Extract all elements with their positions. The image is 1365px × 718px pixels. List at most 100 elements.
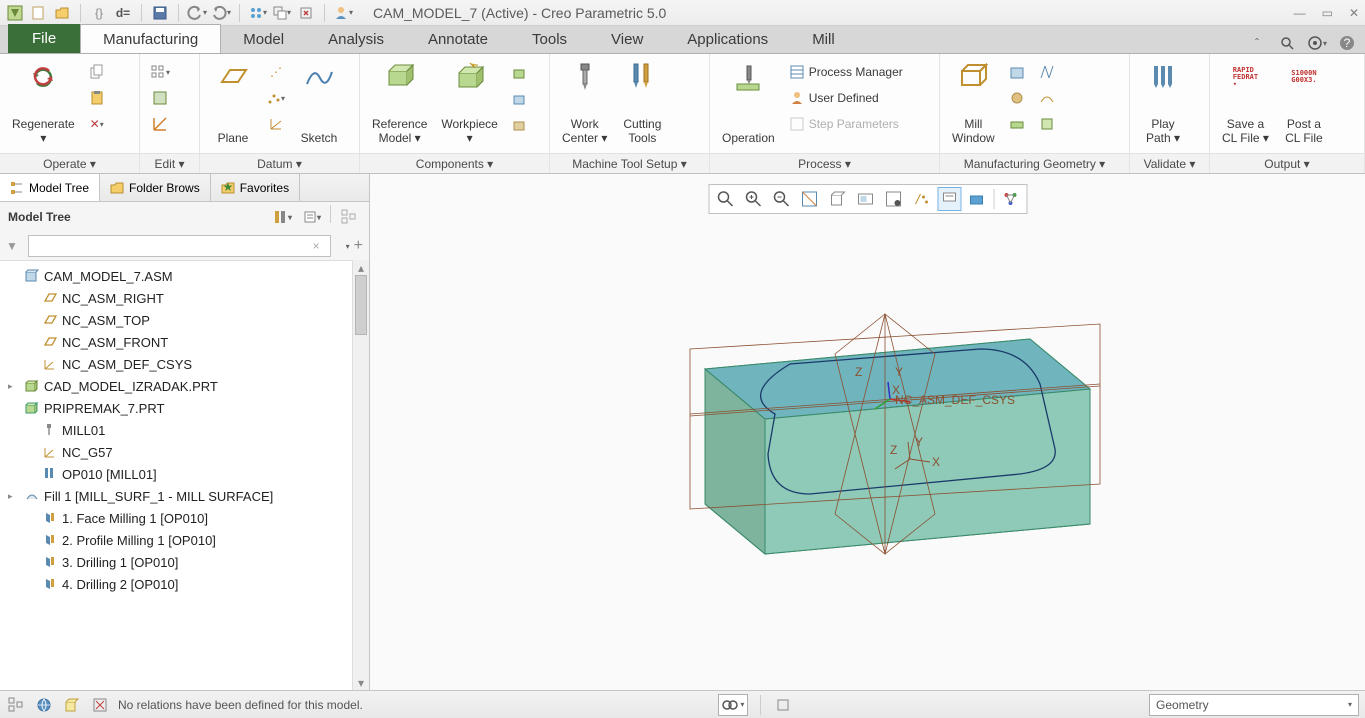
tree-node[interactable]: 4. Drilling 2 [OP010] <box>0 573 352 595</box>
system-menu-icon[interactable] <box>6 4 24 22</box>
refit-icon[interactable] <box>797 187 821 211</box>
display-style-icon[interactable] <box>825 187 849 211</box>
tab-applications[interactable]: Applications <box>665 25 790 53</box>
bracket-icon[interactable]: {} <box>89 3 109 23</box>
tree-node[interactable]: CAM_MODEL_7.ASM <box>0 265 352 287</box>
zoom-out-icon[interactable] <box>769 187 793 211</box>
tab-analysis[interactable]: Analysis <box>306 25 406 53</box>
tree-node[interactable]: NC_ASM_DEF_CSYS <box>0 353 352 375</box>
undo-icon[interactable]: ▾ <box>187 3 207 23</box>
tree-node[interactable]: NC_G57 <box>0 441 352 463</box>
selection-filter-icon[interactable] <box>773 695 793 715</box>
tree-node[interactable]: NC_ASM_RIGHT <box>0 287 352 309</box>
tree-search-input[interactable] <box>28 235 331 257</box>
tab-manufacturing[interactable]: Manufacturing <box>80 24 221 53</box>
mg-icon-5[interactable] <box>1035 86 1059 110</box>
windows-icon[interactable]: ▾ <box>272 3 292 23</box>
tree-node[interactable]: ▸CAD_MODEL_IZRADAK.PRT <box>0 375 352 397</box>
group-mfggeom-label[interactable]: Manufacturing Geometry ▾ <box>940 153 1129 173</box>
regen-qat-icon[interactable]: ▾ <box>248 3 268 23</box>
group-validate-label[interactable]: Validate ▾ <box>1130 153 1209 173</box>
perspective-icon[interactable] <box>998 187 1022 211</box>
status-browser-icon[interactable] <box>34 695 54 715</box>
minimize-button[interactable]: — <box>1294 6 1306 20</box>
tree-node[interactable]: ▸Fill 1 [MILL_SURF_1 - MILL SURFACE] <box>0 485 352 507</box>
tab-annotate[interactable]: Annotate <box>406 25 510 53</box>
datum-display-icon[interactable] <box>909 187 933 211</box>
csys-datum-icon[interactable] <box>264 112 288 136</box>
mg-icon-2[interactable] <box>1005 86 1029 110</box>
group-edit-label[interactable]: Edit ▾ <box>140 153 199 173</box>
3d-viewport[interactable]: Z Y X NC_ASM_DEF_CSYS Z Y X <box>370 174 1365 690</box>
group-process-label[interactable]: Process ▾ <box>710 153 939 173</box>
group-components-label[interactable]: Components ▾ <box>360 153 549 173</box>
cutting-tools-button[interactable]: Cutting Tools <box>615 58 669 149</box>
sketch-button[interactable]: Sketch <box>292 58 346 149</box>
point-icon[interactable]: ▾ <box>264 86 288 110</box>
group-datum-label[interactable]: Datum ▾ <box>200 153 359 173</box>
panetab-favorites[interactable]: ★Favorites <box>211 174 300 201</box>
tab-tools[interactable]: Tools <box>510 25 589 53</box>
group-machine-label[interactable]: Machine Tool Setup ▾ <box>550 153 709 173</box>
new-file-icon[interactable] <box>28 3 48 23</box>
open-file-icon[interactable] <box>52 3 72 23</box>
close-button[interactable]: ✕ <box>1349 6 1359 20</box>
clear-search-icon[interactable]: × <box>313 239 320 253</box>
tab-file[interactable]: File <box>8 24 80 53</box>
close-window-icon[interactable] <box>296 3 316 23</box>
process-manager-button[interactable]: Process Manager <box>785 60 921 84</box>
expand-icon[interactable]: ▸ <box>8 491 20 502</box>
axis-icon[interactable]: ⋰ <box>264 60 288 84</box>
search-icon[interactable] <box>1277 33 1297 53</box>
tree-node[interactable]: 3. Drilling 1 [OP010] <box>0 551 352 573</box>
shrinkwrap-icon[interactable] <box>148 86 172 110</box>
workpiece-button[interactable]: Workpiece ▾ <box>435 58 503 149</box>
tree-node[interactable]: 1. Face Milling 1 [OP010] <box>0 507 352 529</box>
csys-edit-icon[interactable] <box>148 112 172 136</box>
group-operate-label[interactable]: Operate ▾ <box>0 153 139 173</box>
tree-node[interactable]: NC_ASM_TOP <box>0 309 352 331</box>
user-defined-button[interactable]: User Defined <box>785 86 921 110</box>
plane-button[interactable]: Plane <box>206 58 260 149</box>
maximize-button[interactable]: ▭ <box>1322 6 1333 20</box>
add-filter-icon[interactable]: + <box>354 237 363 255</box>
status-tree-icon[interactable] <box>6 695 26 715</box>
mg-icon-1[interactable] <box>1005 60 1029 84</box>
expand-icon[interactable]: ▸ <box>8 381 20 392</box>
panetab-model-tree[interactable]: Model Tree <box>0 174 100 201</box>
search-dropdown-icon[interactable]: ▾ <box>346 242 350 251</box>
zoom-fit-icon[interactable] <box>713 187 737 211</box>
copy-icon[interactable] <box>85 60 109 84</box>
operation-button[interactable]: Operation <box>716 58 781 149</box>
tree-node[interactable]: NC_ASM_FRONT <box>0 331 352 353</box>
tree-tool-1-icon[interactable]: ▾ <box>270 205 294 229</box>
user-icon[interactable]: ▾ <box>333 3 353 23</box>
tab-mill[interactable]: Mill <box>790 25 857 53</box>
mg-icon-6[interactable] <box>1035 112 1059 136</box>
help-icon[interactable]: ? <box>1337 33 1357 53</box>
spin-center-icon[interactable] <box>965 187 989 211</box>
regenerate-button[interactable]: Regenerate▾ <box>6 58 81 149</box>
tree-tool-2-icon[interactable]: ▾ <box>300 205 324 229</box>
comp-icon-3[interactable] <box>508 112 532 136</box>
d-equals-icon[interactable]: d= <box>113 3 133 23</box>
delete-icon[interactable]: ✕▾ <box>85 112 109 136</box>
find-button[interactable]: ▾ <box>718 694 748 716</box>
save-cl-button[interactable]: RAPIDFEDRAT▾ Save a CL File ▾ <box>1216 58 1275 149</box>
status-3d-icon[interactable] <box>62 695 82 715</box>
filter-icon[interactable]: ▼ <box>6 239 24 253</box>
tab-view[interactable]: View <box>589 25 665 53</box>
comp-icon-1[interactable] <box>508 60 532 84</box>
comp-icon-2[interactable] <box>508 86 532 110</box>
mg-icon-4[interactable] <box>1035 60 1059 84</box>
tree-tool-3-icon[interactable] <box>337 205 361 229</box>
redo-icon[interactable]: ▾ <box>211 3 231 23</box>
tree-node[interactable]: MILL01 <box>0 419 352 441</box>
paste-icon[interactable] <box>85 86 109 110</box>
view-manager-icon[interactable] <box>881 187 905 211</box>
work-center-button[interactable]: Work Center ▾ <box>556 58 613 149</box>
group-output-label[interactable]: Output ▾ <box>1210 153 1364 173</box>
play-path-button[interactable]: Play Path ▾ <box>1136 58 1190 149</box>
grid-icon[interactable]: ▾ <box>148 60 172 84</box>
tree-node[interactable]: OP010 [MILL01] <box>0 463 352 485</box>
